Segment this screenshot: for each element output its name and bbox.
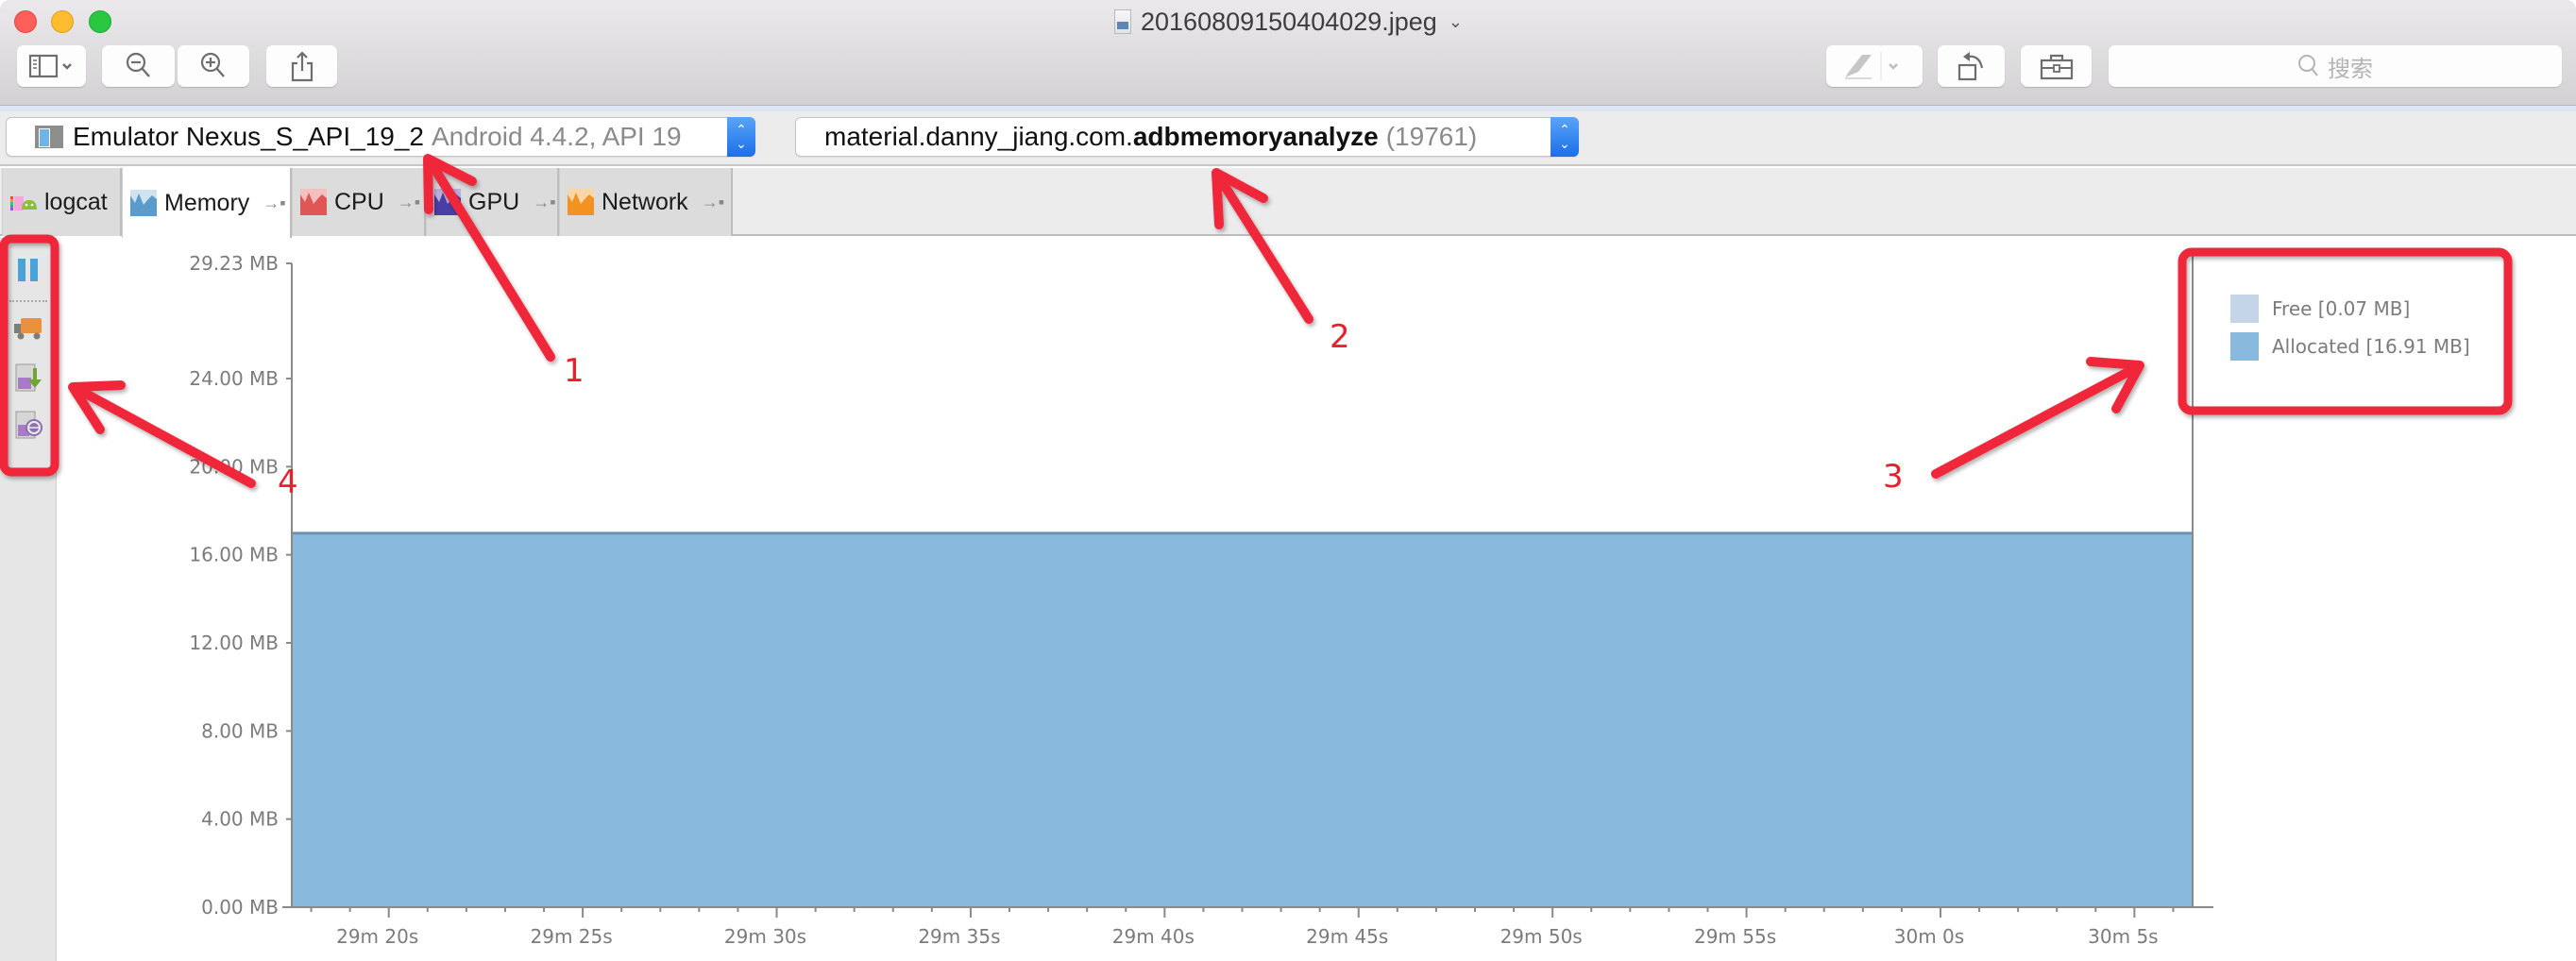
share-button[interactable]: [266, 45, 337, 87]
y-tick-label: 29.23 MB: [189, 252, 279, 275]
tab-label: logcat: [44, 188, 108, 215]
memory-usage-chart: 0.00 MB 4.00 MB 8.00 MB 12.00 MB 16.00 MB 20.…: [189, 252, 2213, 948]
x-tick-label: 29m 25s: [531, 925, 613, 948]
share-icon: [291, 51, 313, 82]
window-title-text: 20160809150404029.jpeg: [1141, 7, 1437, 36]
selector-bar: Emulator Nexus_S_API_19_2 Android 4.4.2,…: [0, 111, 2576, 166]
search-placeholder: 搜索: [2328, 56, 2373, 82]
memory-side-toolbar: [0, 238, 57, 961]
x-tick-label: 29m 45s: [1306, 925, 1388, 948]
jpeg-file-icon: [1114, 9, 1131, 34]
zoom-out-button[interactable]: [102, 45, 175, 87]
tab-cpu[interactable]: CPU →▪: [292, 168, 426, 236]
chevron-down-icon: ⌄: [1448, 11, 1463, 31]
allocation-tracker-icon: [15, 411, 42, 439]
y-tick-label: 24.00 MB: [189, 367, 279, 390]
network-chart-icon: [568, 189, 594, 215]
cpu-chart-icon: [300, 189, 327, 215]
allocation-tracker-button[interactable]: [13, 410, 43, 440]
zoom-out-icon: [126, 52, 150, 77]
tab-label: GPU: [468, 188, 520, 215]
package-name: adbmemoryanalyze: [1132, 122, 1379, 151]
x-tick-label: 29m 55s: [1694, 925, 1776, 948]
tab-label: CPU: [334, 188, 384, 215]
updown-chevron-icon[interactable]: ⌃ ⌄: [1551, 117, 1579, 157]
heap-dump-icon: [15, 363, 42, 392]
x-tick-label: 29m 20s: [336, 925, 418, 948]
monitor-tabbar: logcat Memory →▪ CPU →▪ GPU →▪ Network →…: [0, 168, 2576, 238]
memory-chart-panel: 0.00 MB 4.00 MB 8.00 MB 12.00 MB 16.00 MB 20.…: [58, 238, 2576, 961]
window-close-button[interactable]: [14, 10, 37, 33]
device-detail: Android 4.4.2, API 19: [432, 122, 682, 151]
detach-icon[interactable]: →▪: [702, 193, 724, 212]
x-tick-label: 30m 0s: [1894, 925, 1964, 948]
window-titlebar: 20160809150404029.jpeg ⌄ 搜索: [0, 0, 2576, 106]
logcat-icon: [10, 189, 37, 215]
legend-item-free: Free [0.07 MB]: [2230, 290, 2470, 328]
legend-item-allocated: Allocated [16.91 MB]: [2230, 328, 2470, 365]
emulator-device-icon: [35, 126, 63, 148]
markup-button[interactable]: [1826, 45, 1923, 87]
device-name: Emulator Nexus_S_API_19_2: [73, 122, 424, 151]
pause-monitor-button[interactable]: [13, 255, 43, 285]
garbage-truck-icon: [14, 318, 42, 340]
toolbox-icon: [2040, 54, 2073, 80]
tab-label: Memory: [164, 189, 250, 216]
rotate-button[interactable]: [1938, 45, 2005, 87]
tab-logcat[interactable]: logcat: [2, 168, 122, 236]
search-icon: [2298, 55, 2318, 76]
sidebar-icon: [28, 54, 72, 78]
y-tick-label: 20.00 MB: [189, 455, 279, 478]
detach-icon[interactable]: →▪: [398, 193, 420, 212]
tab-label: Network: [602, 188, 688, 215]
sidebar-toggle-button[interactable]: [17, 45, 86, 87]
zoom-in-icon: [200, 52, 225, 77]
rotate-left-icon: [1957, 52, 1983, 81]
zoom-in-button[interactable]: [178, 45, 249, 87]
allocated-area: [292, 534, 2193, 907]
x-tick-label: 29m 35s: [918, 925, 1000, 948]
process-selector[interactable]: material.danny_jiang.com. adbmemoryanalyz…: [795, 117, 1579, 157]
tab-network[interactable]: Network →▪: [559, 168, 733, 236]
pen-icon: [1845, 51, 1898, 81]
initiate-gc-button[interactable]: [13, 313, 43, 344]
x-tick-label: 30m 5s: [2088, 925, 2158, 948]
chart-legend: Free [0.07 MB] Allocated [16.91 MB]: [2230, 290, 2470, 365]
window-zoom-button[interactable]: [89, 10, 111, 33]
window-title[interactable]: 20160809150404029.jpeg ⌄: [1114, 6, 1463, 38]
legend-label-allocated: Allocated [16.91 MB]: [2272, 335, 2470, 358]
legend-swatch-free: [2230, 295, 2259, 323]
y-tick-label: 16.00 MB: [189, 544, 279, 566]
detach-icon[interactable]: →▪: [263, 194, 285, 213]
y-tick-label: 12.00 MB: [189, 632, 279, 654]
gpu-chart-icon: [434, 189, 461, 215]
tab-gpu[interactable]: GPU →▪: [426, 168, 559, 236]
tab-memory[interactable]: Memory →▪: [122, 168, 292, 238]
pause-icon: [18, 259, 38, 281]
y-tick-label: 4.00 MB: [201, 808, 279, 831]
device-selector[interactable]: Emulator Nexus_S_API_19_2 Android 4.4.2,…: [6, 117, 755, 157]
legend-label-free: Free [0.07 MB]: [2272, 297, 2411, 320]
y-tick-label: 0.00 MB: [201, 896, 279, 919]
x-tick-label: 29m 40s: [1112, 925, 1195, 948]
toolbar-divider: [9, 300, 47, 302]
updown-chevron-icon[interactable]: ⌃ ⌄: [727, 117, 755, 157]
package-prefix: material.danny_jiang.com.: [824, 122, 1133, 151]
y-tick-label: 8.00 MB: [201, 719, 279, 742]
toolbox-button[interactable]: [2021, 45, 2092, 87]
x-tick-label: 29m 30s: [724, 925, 806, 948]
x-tick-label: 29m 50s: [1500, 925, 1583, 948]
search-input[interactable]: 搜索: [2109, 45, 2562, 87]
process-pid: (19761): [1385, 122, 1478, 151]
window-minimize-button[interactable]: [51, 10, 74, 33]
detach-icon[interactable]: →▪: [533, 193, 555, 212]
dump-java-heap-button[interactable]: [13, 362, 43, 393]
legend-swatch-allocated: [2230, 332, 2259, 361]
memory-chart-icon: [130, 190, 157, 216]
